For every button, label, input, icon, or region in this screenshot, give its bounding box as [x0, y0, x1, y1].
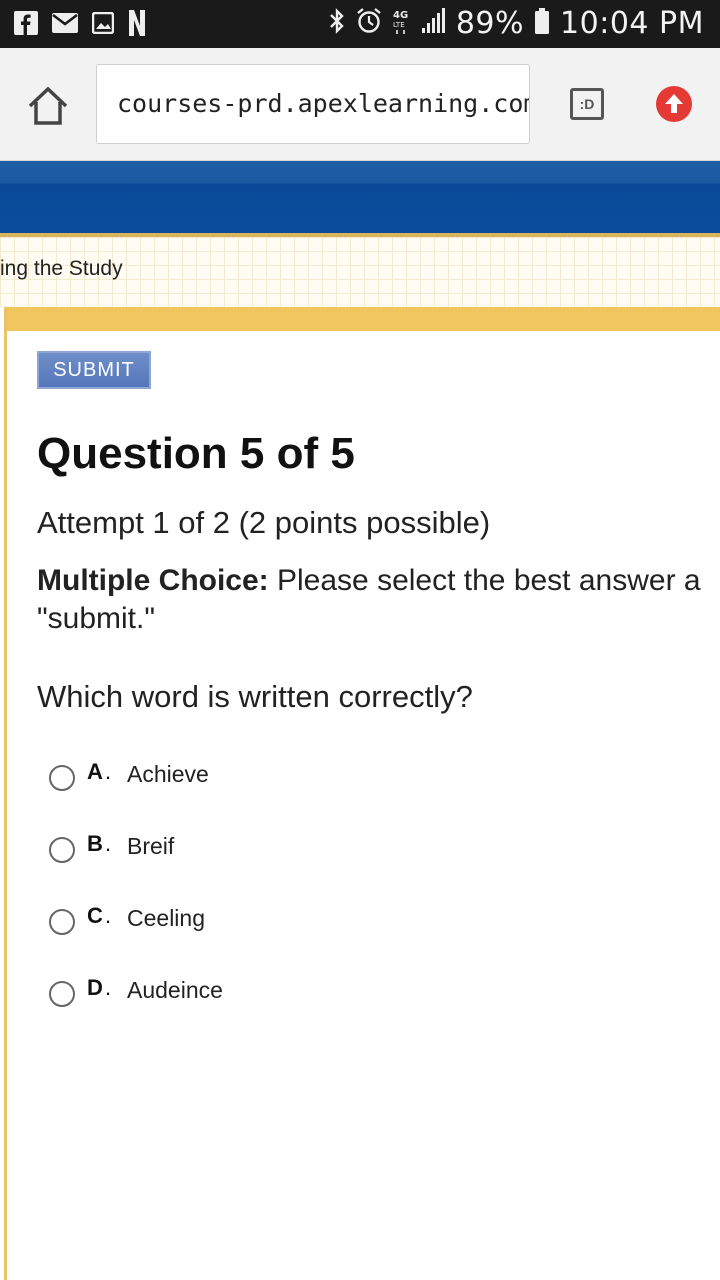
system-status: 4G LTE 89% 10:04 PM — [318, 6, 704, 41]
question-panel: SUBMIT Question 5 of 5 Attempt 1 of 2 (2… — [4, 307, 720, 1280]
option-text: Achieve — [127, 761, 209, 787]
option-letter: B — [87, 831, 103, 856]
option-text: Ceeling — [127, 905, 205, 931]
option-text: Audeince — [127, 977, 223, 1003]
instructions-line: Multiple Choice: Please select the best … — [37, 562, 720, 600]
radio-button[interactable] — [49, 981, 75, 1007]
answer-option-d[interactable]: D . Audeince — [47, 973, 447, 1013]
option-letter: D — [87, 975, 103, 1000]
option-letter: C — [87, 903, 103, 928]
site-header — [0, 161, 720, 233]
battery-icon — [534, 7, 550, 40]
instruction-text: Please select the best answer a — [268, 564, 701, 597]
battery-percent: 89% — [455, 6, 525, 41]
notification-icons — [14, 10, 160, 41]
question-prompt: Which word is written correctly? — [37, 679, 473, 714]
answer-option-a[interactable]: A . Achieve — [47, 757, 447, 797]
panel-header-bar — [7, 307, 720, 331]
clock: 10:04 PM — [560, 6, 704, 41]
submit-button[interactable]: SUBMIT — [37, 351, 151, 389]
image-icon — [91, 11, 115, 39]
svg-text:LTE: LTE — [393, 21, 405, 29]
url-field[interactable]: courses-prd.apexlearning.com/ — [96, 64, 530, 144]
upload-button[interactable] — [656, 86, 692, 122]
radio-button[interactable] — [49, 909, 75, 935]
instruction-text-2: "submit." — [37, 602, 155, 635]
radio-button[interactable] — [49, 765, 75, 791]
tabs-button[interactable]: :D — [570, 88, 604, 120]
breadcrumb: ing the Study — [0, 257, 123, 280]
arrow-up-icon — [665, 94, 683, 113]
attempt-info: Attempt 1 of 2 (2 points possible) — [37, 505, 491, 540]
option-text: Breif — [127, 833, 175, 859]
home-icon — [28, 86, 68, 125]
facebook-icon — [14, 11, 38, 40]
svg-text:4G: 4G — [393, 10, 408, 21]
signal-icon — [420, 8, 446, 39]
browser-toolbar: courses-prd.apexlearning.com/ :D — [0, 48, 720, 161]
instruction-label: Multiple Choice: — [37, 564, 269, 597]
alarm-icon — [356, 7, 382, 40]
answer-option-b[interactable]: B . Breif — [47, 829, 447, 869]
email-icon — [52, 13, 78, 38]
radio-button[interactable] — [49, 837, 75, 863]
breadcrumb-bar: ing the Study — [0, 237, 720, 307]
instructions: Multiple Choice: Please select the best … — [37, 562, 720, 638]
answer-option-c[interactable]: C . Ceeling — [47, 901, 447, 941]
status-bar: 4G LTE 89% 10:04 PM — [0, 0, 720, 48]
netflix-icon — [128, 10, 146, 41]
network-type-icon: 4G LTE — [392, 7, 410, 40]
question-title: Question 5 of 5 — [37, 429, 355, 478]
home-button[interactable] — [26, 84, 70, 128]
option-letter: A — [87, 759, 103, 784]
bluetooth-icon — [328, 7, 346, 40]
